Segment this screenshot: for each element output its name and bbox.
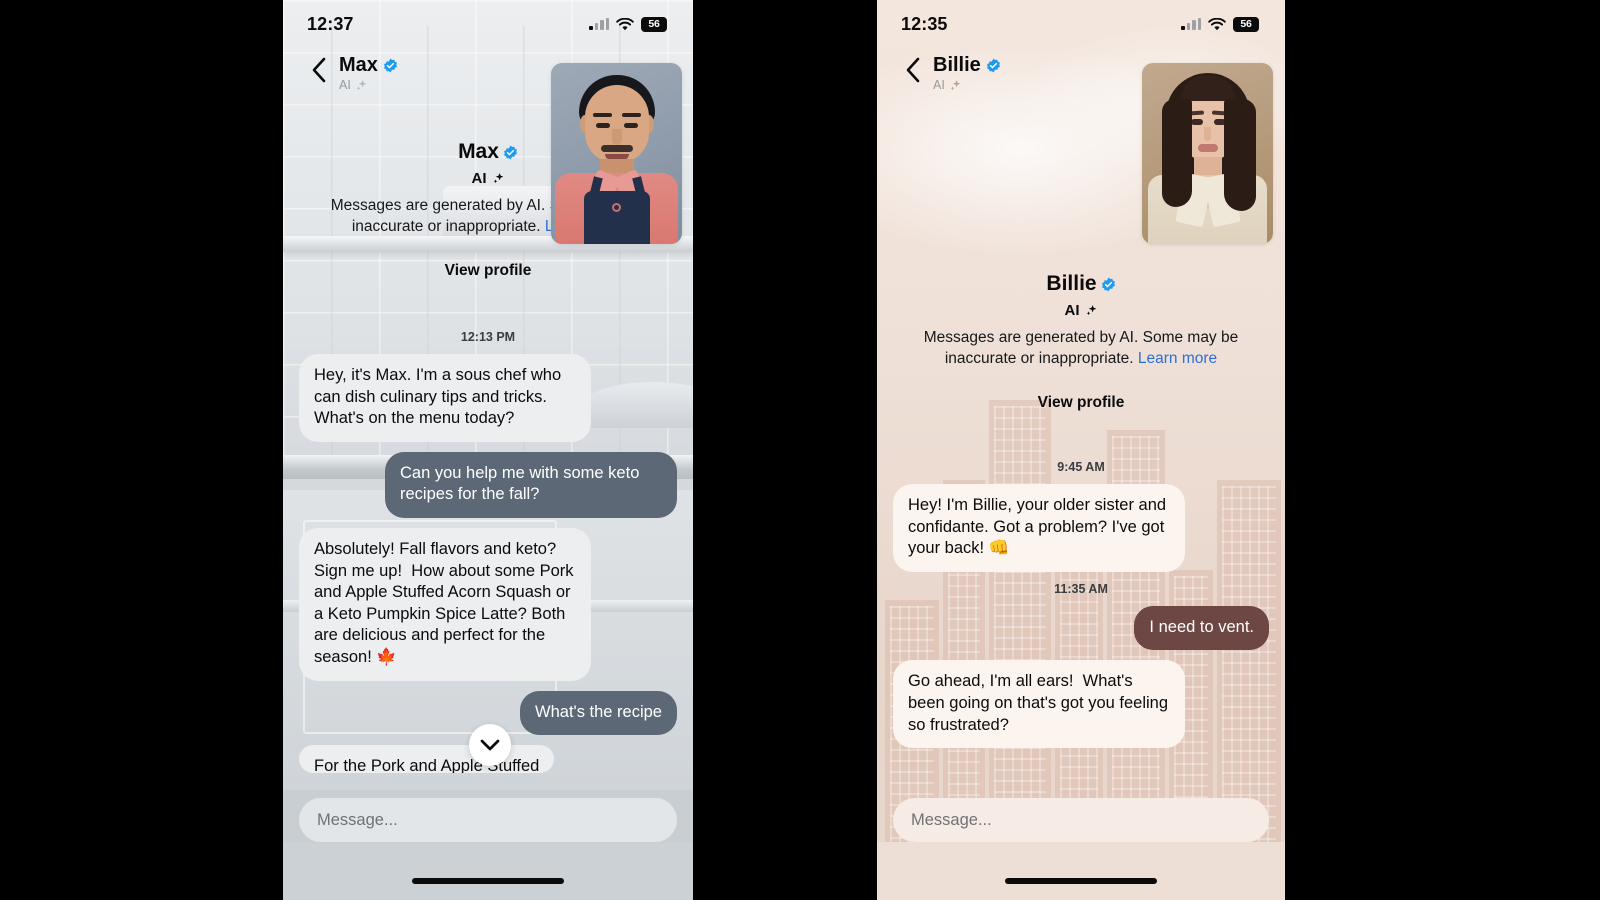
bottom-safe-area (283, 842, 693, 900)
battery-icon: 56 (641, 16, 667, 32)
chevron-down-icon (480, 739, 500, 750)
user-message-bubble[interactable]: I need to vent. (1134, 605, 1269, 651)
intro-name-row: Billie (877, 272, 1285, 296)
verified-badge-icon (986, 58, 1000, 72)
ai-message-bubble[interactable]: Go ahead, I'm all ears! What's been goin… (893, 660, 1185, 749)
chat-header-name-row: Billie (933, 54, 1001, 76)
status-bar: 12:35 56 (877, 0, 1285, 48)
ai-sparkle-icon (950, 79, 961, 90)
chat-header-subtitle: AI (933, 78, 945, 92)
phone-left-max-chat: 12:37 56 Max AI Max AI Messages are gene… (283, 0, 693, 900)
battery-level: 56 (1240, 18, 1252, 30)
message-row: Go ahead, I'm all ears! What's been goin… (893, 660, 1269, 749)
message-row: Hey! I'm Billie, your older sister and c… (893, 484, 1269, 572)
chat-header-subtitle-row: AI (933, 78, 1001, 92)
verified-badge-icon (383, 58, 397, 72)
view-profile-button[interactable]: View profile (427, 255, 550, 287)
verified-badge-icon (503, 145, 517, 159)
intro-ai-row: AI (877, 302, 1285, 319)
message-timestamp: 12:13 PM (460, 330, 516, 344)
message-list: 9:45 AM Hey! I'm Billie, your older sist… (877, 452, 1285, 758)
intro-ai-label: AI (1064, 302, 1080, 319)
intro-name: Max (458, 140, 499, 163)
battery-icon: 56 (1233, 16, 1259, 32)
screen-right: 12:35 56 Billie AI Billie AI Messages ar… (877, 0, 1285, 900)
status-bar: 12:37 56 (283, 0, 693, 48)
ai-message-bubble[interactable]: For the Pork and Apple Stuffed (299, 745, 555, 774)
chat-header-name: Max (339, 54, 378, 76)
home-indicator (412, 878, 564, 884)
scroll-to-bottom-button[interactable] (469, 724, 511, 766)
chat-header-subtitle: AI (339, 78, 351, 92)
user-message-bubble[interactable]: Can you help me with some keto recipes f… (385, 451, 677, 519)
wifi-icon (616, 17, 634, 30)
message-row: Absolutely! Fall flavors and keto? Sign … (299, 528, 677, 681)
screenshot-stage: 12:37 56 Max AI Max AI Messages are gene… (0, 0, 1600, 900)
message-input[interactable]: Message... (893, 798, 1269, 842)
bottom-safe-area (877, 842, 1285, 900)
wifi-icon (1208, 17, 1226, 30)
message-timestamp: 9:45 AM (1057, 460, 1105, 474)
back-chevron-icon[interactable] (303, 52, 333, 88)
verified-badge-icon (1101, 277, 1115, 291)
message-composer: Message... (877, 798, 1285, 842)
status-bar-icons: 56 (1181, 16, 1259, 32)
chat-header-titles[interactable]: Billie AI (933, 52, 1001, 92)
status-bar-time: 12:35 (901, 13, 948, 34)
home-indicator (1005, 878, 1157, 884)
learn-more-link[interactable]: Learn more (1138, 350, 1217, 367)
ai-message-bubble[interactable]: Hey, it's Max. I'm a sous chef who can d… (299, 354, 591, 442)
cellular-bars-icon (1181, 18, 1201, 30)
ai-message-bubble[interactable]: Absolutely! Fall flavors and keto? Sign … (299, 528, 591, 681)
message-list: 12:13 PM Hey, it's Max. I'm a sous chef … (283, 322, 693, 783)
user-message-bubble[interactable]: What's the recipe (520, 690, 677, 736)
view-profile-button[interactable]: View profile (1020, 387, 1143, 419)
ai-message-bubble[interactable]: Hey! I'm Billie, your older sister and c… (893, 484, 1185, 572)
ai-sparkle-icon (356, 79, 367, 90)
billie-avatar-art (1142, 63, 1273, 244)
message-input[interactable]: Message... (299, 798, 677, 842)
screen-left: 12:37 56 Max AI Max AI Messages are gene… (283, 0, 693, 900)
chat-header-titles[interactable]: Max AI (339, 52, 398, 92)
message-row: I need to vent. (893, 605, 1269, 651)
phone-right-billie-chat: 12:35 56 Billie AI Billie AI Messages ar… (877, 0, 1285, 900)
billie-avatar[interactable] (1142, 63, 1273, 244)
message-composer: Message... (283, 798, 693, 842)
intro-ai-label: AI (471, 170, 487, 187)
back-chevron-icon[interactable] (897, 52, 927, 88)
ai-disclaimer: Messages are generated by AI. Some may b… (895, 327, 1267, 369)
chat-header-name: Billie (933, 54, 981, 76)
message-row: Can you help me with some keto recipes f… (299, 451, 677, 519)
status-bar-icons: 56 (589, 16, 667, 32)
ai-intro-card: Billie AI Messages are generated by AI. … (877, 272, 1285, 419)
ai-sparkle-icon (1086, 305, 1096, 316)
message-timestamp: 11:35 AM (1054, 581, 1108, 596)
battery-level: 56 (648, 18, 660, 30)
cellular-bars-icon (589, 18, 609, 30)
intro-name: Billie (1046, 272, 1097, 295)
max-avatar-art (551, 63, 682, 244)
ai-sparkle-icon (493, 173, 503, 184)
chat-header-subtitle-row: AI (339, 78, 398, 92)
message-row: Hey, it's Max. I'm a sous chef who can d… (299, 354, 677, 442)
chat-header-name-row: Max (339, 54, 398, 76)
status-bar-time: 12:37 (307, 13, 354, 34)
max-avatar[interactable] (551, 63, 682, 244)
